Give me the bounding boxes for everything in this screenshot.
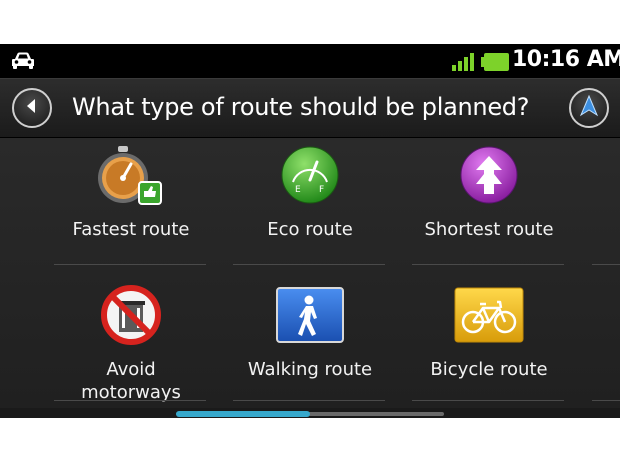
status-clock: 10:16 AM [512,47,620,72]
route-option-label: Walking route [247,359,373,380]
navigation-arrow-icon [579,94,599,121]
divider [54,400,206,401]
route-option-label: Eco route [267,219,353,240]
svg-text:F: F [319,185,324,195]
svg-text:E: E [295,185,301,195]
divider [233,264,385,265]
divider [54,264,206,265]
divider [592,400,620,401]
car-icon [10,51,36,75]
route-option-label: Fastest route [72,219,190,240]
header-bar: What type of route should be planned? [0,78,620,138]
route-options-grid: Fastest route E F Eco route Shortest rou… [0,138,620,408]
no-motorway-icon [100,284,162,350]
pedestrian-icon [275,284,345,350]
route-option-label: Shortest route [424,219,554,240]
route-option-fastest[interactable]: Fastest route [46,138,216,266]
route-option-bicycle[interactable]: Bicycle route [404,278,574,406]
divider [592,264,620,265]
back-arrow-icon [23,97,41,119]
eco-gauge-icon: E F [279,144,341,210]
route-option-avoid-motorways[interactable]: Avoid motorways [46,278,216,406]
scrollbar-thumb[interactable] [176,411,310,417]
back-button[interactable] [12,88,52,128]
signal-icon [452,53,476,75]
navigation-screen: 10:16 AM What type of route should be pl… [0,44,620,418]
route-option-eco[interactable]: E F Eco route [225,138,395,266]
route-option-label: Avoid motorways [81,359,181,403]
route-option-walking[interactable]: Walking route [225,278,395,406]
divider [233,400,385,401]
divider [412,400,564,401]
route-option-label: Bicycle route [430,359,548,380]
page-title: What type of route should be planned? [72,93,530,121]
shortest-arrow-icon [458,144,520,210]
navigation-button[interactable] [569,88,609,128]
status-bar: 10:16 AM [0,44,620,78]
route-option-shortest[interactable]: Shortest route [404,138,574,266]
bicycle-icon [453,284,525,350]
stopwatch-icon [93,144,169,210]
divider [412,264,564,265]
battery-icon [481,53,509,75]
